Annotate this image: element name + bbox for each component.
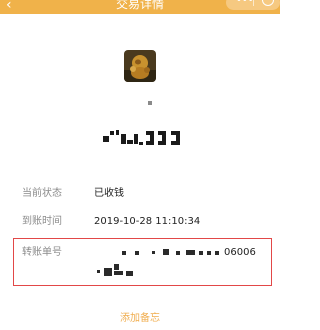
time-label: 到账时间 [22, 216, 62, 227]
close-ring-icon[interactable] [262, 0, 274, 6]
mini-program-capsule: ••• [226, 0, 280, 10]
avatar-image [124, 50, 156, 82]
avatar [124, 50, 156, 82]
transfer-label: 转账单号 [22, 247, 62, 258]
more-dots-icon[interactable]: ••• [236, 0, 254, 6]
nickname-redacted [148, 101, 152, 105]
capsule-divider [253, 0, 254, 6]
time-value: 2019-10-28 11:10:34 [94, 216, 201, 227]
add-note-link[interactable]: 添加备忘 [0, 312, 280, 326]
transfer-number-tail: 06006 [224, 247, 256, 258]
status-label: 当前状态 [22, 188, 62, 199]
title-bar: ‹ 交易详情 ••• [0, 0, 280, 14]
status-value: 已收钱 [94, 188, 124, 199]
